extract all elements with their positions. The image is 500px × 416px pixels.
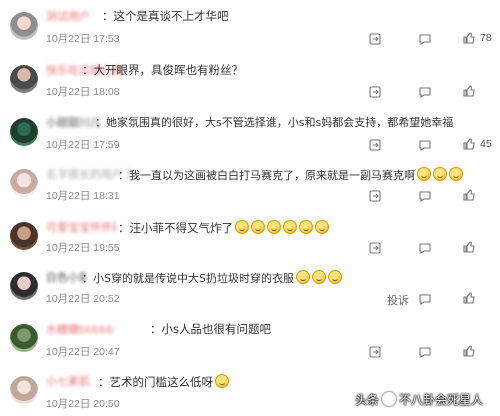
comment-actions — [418, 345, 432, 359]
thumbs-up-icon — [463, 189, 475, 201]
like-button[interactable] — [462, 84, 476, 98]
comment-date: 10月22日 19:55 — [46, 242, 120, 254]
comment-actions — [418, 32, 432, 46]
thumbs-up-icon — [463, 85, 475, 97]
comment-text: ：小s人品也很有问题吧 — [150, 322, 271, 336]
laugh-emoji-icon — [315, 220, 329, 234]
avatar[interactable] — [10, 222, 38, 250]
like-button[interactable] — [462, 188, 476, 202]
thumbs-up-icon — [463, 241, 475, 253]
report-link[interactable]: 投诉 — [387, 292, 409, 308]
laugh-emoji-icon — [311, 270, 326, 284]
like-button[interactable]: 45 — [462, 137, 492, 151]
share-icon[interactable] — [368, 345, 382, 359]
comment-bubble-icon[interactable] — [418, 241, 432, 255]
share-icon[interactable] — [368, 138, 382, 152]
comment-actions — [418, 85, 432, 99]
like-count: 45 — [480, 138, 492, 150]
thumbs-up-icon — [463, 138, 475, 150]
laugh-emoji-icon — [283, 220, 297, 234]
comment-feed: 测试用户 ：这个是真谈不上才华吧 10月22日 17:53 快乐吃瓜随心夜 ：大… — [0, 0, 500, 416]
avatar[interactable] — [10, 12, 38, 40]
comment-text: ：汪小菲不得又气炸了 — [118, 220, 329, 236]
share-icon[interactable] — [368, 85, 382, 99]
laugh-emoji-icon — [267, 220, 281, 234]
share-icon[interactable] — [368, 189, 382, 203]
comment-actions — [368, 189, 382, 203]
like-button[interactable]: 78 — [462, 31, 492, 45]
comment-actions — [368, 138, 382, 152]
comment-bubble-icon[interactable] — [418, 345, 432, 359]
watermark: 头条 不八卦会死星人 — [355, 390, 483, 408]
like-count: 78 — [480, 32, 492, 44]
comment-text: ：我一直以为这画被白白打马赛克了，原来就是一副马赛克啊 — [118, 167, 463, 183]
avatar[interactable] — [10, 65, 38, 93]
comment-bubble-icon[interactable] — [418, 292, 432, 306]
avatar[interactable] — [10, 118, 38, 146]
comment-date: 10月22日 20:47 — [46, 346, 120, 358]
comment-actions — [368, 85, 382, 99]
comment-date: 10月22日 17:53 — [46, 33, 120, 45]
comment-bubble-icon[interactable] — [418, 138, 432, 152]
laugh-emoji-icon — [449, 167, 463, 181]
comment-text: ：艺术的门槛这么低呀 — [98, 374, 229, 390]
comment-author[interactable]: 小七素肌 — [46, 375, 90, 389]
at-logo-icon — [382, 392, 397, 406]
laugh-emoji-icon — [295, 270, 310, 284]
avatar[interactable] — [10, 376, 38, 404]
thumbs-up-icon — [463, 292, 475, 304]
comment-text: ：小S穿的就是传说中大S扔垃圾时穿的衣服 — [82, 270, 342, 286]
laugh-emoji-icon — [251, 220, 265, 234]
comment-bubble-icon[interactable] — [418, 85, 432, 99]
comment-actions — [368, 241, 382, 255]
comment-author[interactable]: 测试用户 — [46, 10, 90, 24]
comment-actions — [418, 292, 432, 306]
avatar[interactable] — [10, 324, 38, 352]
comment-actions — [418, 241, 432, 255]
avatar[interactable] — [10, 169, 38, 197]
comment-date: 10月22日 18:31 — [46, 190, 120, 202]
share-icon[interactable] — [368, 32, 382, 46]
laugh-emoji-icon — [215, 374, 229, 388]
comment-author[interactable]: 小甜甜川儿 — [46, 116, 101, 130]
thumbs-up-icon — [463, 345, 475, 357]
comment-author[interactable]: 白色小猫咪 — [46, 271, 86, 285]
comment-actions — [368, 345, 382, 359]
comment-actions — [368, 32, 382, 46]
like-button[interactable] — [462, 240, 476, 254]
comment-text: ：这个是真谈不上才华吧 — [102, 9, 229, 23]
comment-date: 10月22日 18:08 — [46, 86, 120, 98]
like-button[interactable] — [462, 344, 476, 358]
comment-bubble-icon[interactable] — [418, 189, 432, 203]
avatar[interactable] — [10, 272, 38, 300]
comment-date: 10月22日 20:50 — [46, 398, 120, 410]
watermark-author: 不八卦会死星人 — [399, 392, 484, 407]
laugh-emoji-icon — [299, 220, 313, 234]
laugh-emoji-icon — [327, 270, 342, 284]
watermark-prefix: 头条 — [355, 392, 380, 407]
like-button[interactable] — [462, 291, 476, 305]
comment-text: ：她家氛围真的很好，大s不管选择谁，小s和s妈都会支持，都希望她幸福 — [95, 116, 454, 129]
comment-date: 10月22日 20:52 — [46, 293, 120, 305]
share-icon[interactable] — [368, 241, 382, 255]
laugh-emoji-icon — [417, 167, 431, 181]
comment-actions — [418, 138, 432, 152]
comment-actions — [418, 189, 432, 203]
laugh-emoji-icon — [235, 220, 249, 234]
thumbs-up-icon — [463, 32, 475, 44]
laugh-emoji-icon — [433, 167, 447, 181]
comment-text: ：大开眼界，具俊晖也有粉丝？ — [82, 63, 243, 77]
comment-author[interactable]: 可爱宝宝怀怀磕瞌线咖很育绵娍 — [46, 221, 116, 235]
comment-bubble-icon[interactable] — [418, 32, 432, 46]
comment-date: 10月22日 17:59 — [46, 139, 120, 151]
comment-author[interactable]: 水糖糖bbbbb — [46, 323, 114, 337]
